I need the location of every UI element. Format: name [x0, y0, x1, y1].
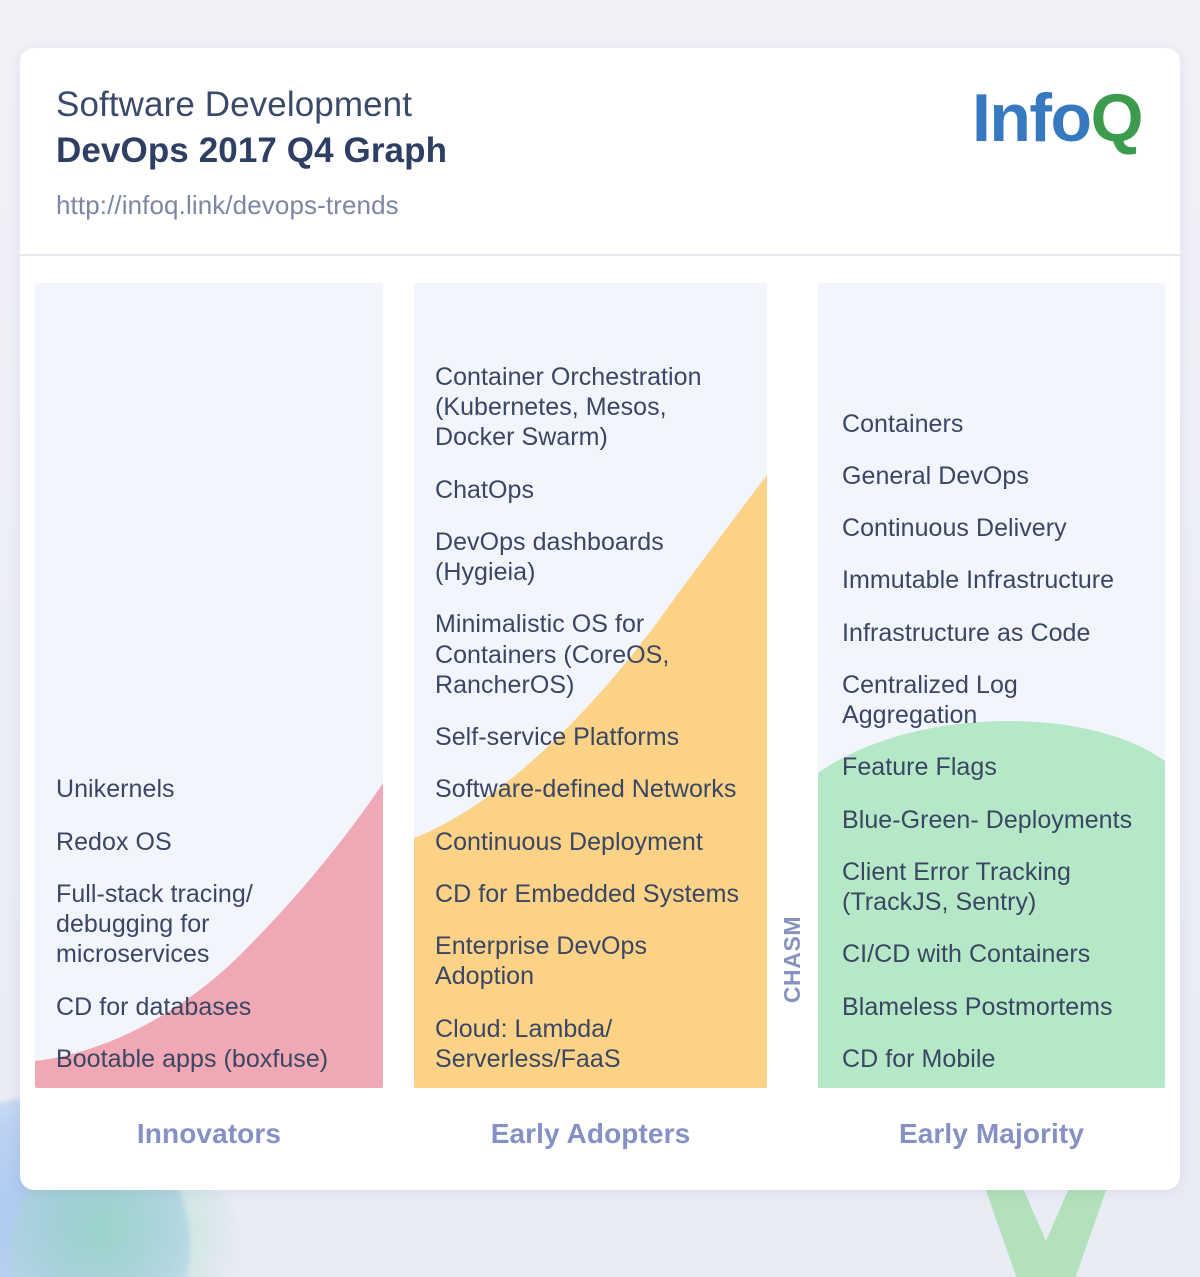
chasm-label-text: CHASM — [779, 915, 806, 1003]
list-item: Immutable Infrastructure — [842, 566, 1115, 595]
list-item: Minimalistic OS for Containers (CoreOS, … — [435, 610, 670, 699]
list-item: ChatOps — [435, 475, 535, 504]
adoption-curve-chart: Unikernels Redox OS Full-stack tracing/ … — [20, 256, 1180, 1190]
category-label-early-adopters: Early Adopters — [490, 1118, 691, 1149]
list-item: Client Error Tracking (TrackJS, Sentry) — [842, 857, 1071, 916]
logo-text-info: Info — [971, 80, 1092, 156]
list-item: Redox OS — [56, 827, 172, 856]
list-item: General DevOps — [842, 461, 1029, 490]
list-item: Unikernels — [56, 775, 175, 804]
column-early-majority: Containers General DevOps Continuous Del… — [818, 283, 1165, 1088]
list-item: Cloud: Lambda/ Serverless/FaaS — [435, 1014, 621, 1073]
list-item: Infrastructure as Code — [842, 618, 1091, 647]
list-item: Blue-Green- Deployments — [842, 805, 1133, 834]
column-early-adopters: Container Orchestration (Kubernetes, Mes… — [414, 283, 767, 1088]
list-item: Self-service Platforms — [435, 723, 680, 751]
list-item: Centralized Log Aggregation — [842, 670, 1018, 729]
list-item: Feature Flags — [842, 753, 997, 782]
list-item: Bootable apps (boxfuse) — [56, 1044, 329, 1073]
category-label-early-majority: Early Majority — [898, 1118, 1085, 1149]
card-header: Software Development DevOps 2017 Q4 Grap… — [20, 48, 1180, 256]
list-item: Continuous Delivery — [842, 514, 1067, 542]
list-item: Container Orchestration (Kubernetes, Mes… — [435, 362, 702, 452]
list-item: Continuous Deployment — [435, 827, 703, 856]
early-adopters-item-list: Container Orchestration (Kubernetes, Mes… — [414, 362, 767, 1088]
list-item: CI/CD with Containers — [842, 940, 1091, 969]
list-item: CD for Mobile — [842, 1044, 996, 1073]
infographic-card: Software Development DevOps 2017 Q4 Grap… — [20, 48, 1180, 1190]
logo-text-q: Q — [1090, 80, 1144, 156]
category-axis-labels: Innovators Early Adopters Early Majority — [20, 1118, 1180, 1174]
column-innovators: Unikernels Redox OS Full-stack tracing/ … — [35, 283, 383, 1088]
list-item: Software-defined Networks — [435, 775, 737, 804]
innovators-item-list: Unikernels Redox OS Full-stack tracing/ … — [35, 774, 383, 1088]
list-item: Enterprise DevOps Adoption — [435, 932, 648, 991]
list-item: DevOps dashboards (Hygieia) — [435, 527, 664, 586]
list-item: Full-stack tracing/ debugging for micros… — [56, 879, 253, 969]
source-url: http://infoq.link/devops-trends — [56, 190, 399, 221]
category-label-innovators: Innovators — [136, 1118, 282, 1149]
infoq-logo: InfoQ — [972, 84, 1144, 152]
list-item: CD for databases — [56, 992, 252, 1021]
early-majority-item-list: Containers General DevOps Continuous Del… — [818, 409, 1165, 1089]
list-item: CD for Embedded Systems — [435, 879, 740, 908]
list-item: Containers — [842, 409, 964, 438]
chasm-label: CHASM — [777, 894, 809, 1024]
list-item: Blameless Postmortems — [842, 992, 1113, 1021]
